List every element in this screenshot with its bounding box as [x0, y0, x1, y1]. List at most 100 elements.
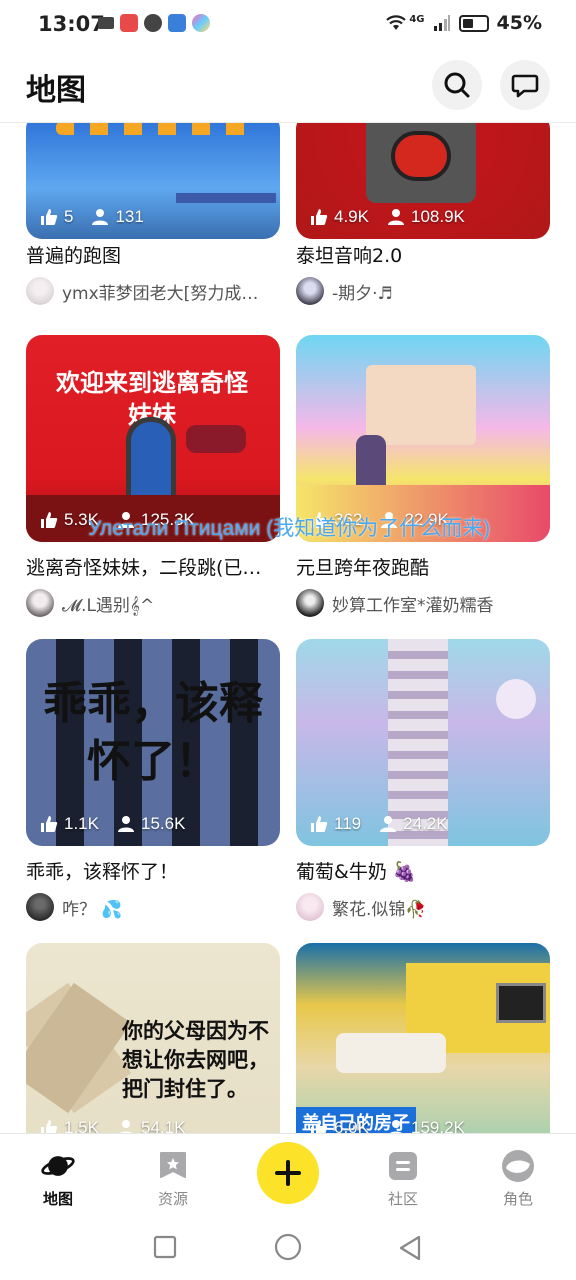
map-thumbnail[interactable]: 欢迎来到逃离奇怪妹妹 5.3K 125.3K	[26, 335, 280, 542]
author-row[interactable]: -期夕·♬	[296, 277, 550, 305]
players-count: 24.2K	[403, 814, 448, 833]
avatar[interactable]	[296, 589, 324, 617]
author-row[interactable]: 咋？ 💦	[26, 893, 280, 921]
avatar[interactable]	[26, 893, 54, 921]
map-feed[interactable]: 5 131 普遍的跑图 ymx菲梦团老大[努力成… 4.9K 108.9K 泰坦…	[0, 123, 576, 1133]
gallery-icon	[192, 14, 210, 32]
nav-item-map[interactable]: 地图	[8, 1134, 108, 1218]
map-card[interactable]: 362 22.9K 元旦跨年夜跑酷 妙算工作室*灌奶糯香	[296, 335, 550, 625]
avatar[interactable]	[26, 277, 54, 305]
map-thumbnail[interactable]: 你的父母因为不想让你去网吧，把门封住了。 1.5K 54.1K	[26, 943, 280, 1133]
thumbs-up-icon	[41, 209, 58, 225]
likes-count: 5	[64, 207, 74, 226]
nav-label: 地图	[42, 1190, 73, 1208]
app-notification-icon	[120, 14, 138, 32]
thumbs-up-icon	[41, 1120, 58, 1133]
plus-icon	[275, 1160, 301, 1186]
map-card[interactable]: 你的父母因为不想让你去网吧，把门封住了。 1.5K 54.1K	[26, 943, 280, 1133]
author-name[interactable]: 繁花.似锦🥀	[332, 895, 427, 920]
map-card[interactable]: 乖乖，该释怀了！ 1.1K 15.6K 乖乖，该释怀了！ 咋？ 💦	[26, 639, 280, 929]
avatar[interactable]	[296, 277, 324, 305]
map-title[interactable]: 泰坦音响2.0	[296, 241, 550, 268]
map-title[interactable]: 乖乖，该释怀了！	[26, 857, 280, 884]
author-row[interactable]: 妙算工作室*灌奶糯香	[296, 589, 550, 617]
map-title[interactable]: 葡萄&牛奶 🍇	[296, 857, 550, 884]
author-name[interactable]: 妙算工作室*灌奶糯香	[332, 591, 494, 616]
map-thumbnail[interactable]: 119 24.2K	[296, 639, 550, 846]
thumbs-up-icon	[311, 1120, 328, 1133]
back-button[interactable]	[398, 1235, 422, 1265]
map-title[interactable]: 普遍的跑图	[26, 241, 280, 268]
players-count: 54.1K	[140, 1118, 186, 1133]
network-type: 4G	[409, 13, 425, 25]
map-thumbnail[interactable]: 4.9K 108.9K	[296, 123, 550, 239]
author-name[interactable]: ymx菲梦团老大[努力成…	[62, 279, 258, 304]
status-bar: 13:07 4G 45%	[0, 0, 576, 52]
nav-label: 资源	[157, 1190, 188, 1208]
header-divider	[0, 122, 576, 123]
map-card[interactable]: 5 131 普遍的跑图 ymx菲梦团老大[努力成…	[26, 123, 280, 305]
map-thumbnail[interactable]: 乖乖，该释怀了！ 1.1K 15.6K	[26, 639, 280, 846]
floating-lyrics-caption: Улетали Птицами (我知道你为了什么而来)	[88, 517, 491, 540]
author-row[interactable]: ymx菲梦团老大[努力成…	[26, 277, 280, 305]
create-button[interactable]	[257, 1142, 319, 1204]
map-thumbnail[interactable]: 362 22.9K	[296, 335, 550, 542]
map-stats: 4.9K 108.9K	[310, 207, 465, 227]
player-icon	[390, 1120, 402, 1133]
players-count: 108.9K	[410, 207, 465, 226]
avatar[interactable]	[296, 893, 324, 921]
thumbs-up-icon	[311, 816, 328, 832]
map-card[interactable]: 4.9K 108.9K 泰坦音响2.0 -期夕·♬	[296, 123, 550, 305]
map-thumbnail[interactable]: 盖自己的房子 6.0K 159.2K	[296, 943, 550, 1133]
planet-icon	[40, 1148, 76, 1184]
thumbs-up-icon	[41, 512, 58, 528]
likes-count: 4.9K	[334, 207, 369, 226]
likes-count: 1.1K	[64, 814, 99, 833]
players-count: 159.2K	[410, 1118, 465, 1133]
game-icon	[168, 14, 186, 32]
resource-icon	[155, 1148, 191, 1184]
avatar[interactable]	[26, 589, 54, 617]
likes-count: 6.0K	[334, 1118, 369, 1133]
back-triangle-icon	[399, 1235, 421, 1261]
thumbs-up-icon	[41, 816, 58, 832]
home-button[interactable]	[274, 1233, 302, 1265]
video-icon	[98, 17, 114, 29]
map-stats: 5 131	[40, 207, 144, 227]
community-icon	[385, 1148, 421, 1184]
nav-label: 社区	[387, 1190, 418, 1208]
notification-icons	[98, 14, 210, 32]
author-row[interactable]: 繁花.似锦🥀	[296, 893, 550, 921]
player-icon	[120, 1120, 132, 1133]
nav-item-community[interactable]: 社区	[353, 1134, 453, 1218]
search-button[interactable]	[432, 60, 482, 110]
map-title[interactable]: 逃离奇怪妹妹，二段跳(已…	[26, 553, 280, 580]
author-name[interactable]: 咋？ 💦	[62, 895, 123, 920]
thumbnail-caption: 你的父母因为不想让你去网吧，把门封住了。	[122, 1019, 269, 1101]
player-icon	[380, 816, 397, 832]
thumbnail-caption: 乖乖，该释怀了！	[43, 678, 263, 787]
player-icon	[387, 209, 404, 225]
messages-button[interactable]	[500, 60, 550, 110]
character-icon	[500, 1148, 536, 1184]
nav-item-character[interactable]: 角色	[468, 1134, 568, 1218]
map-stats: 1.5K 54.1K	[40, 1118, 185, 1133]
author-row[interactable]: 𝓜.L遇别𝄞^	[26, 589, 280, 617]
map-thumbnail[interactable]: 5 131	[26, 123, 280, 239]
recents-button[interactable]	[153, 1235, 177, 1263]
players-count: 15.6K	[140, 814, 186, 833]
player-icon	[92, 209, 109, 225]
map-card[interactable]: 欢迎来到逃离奇怪妹妹 5.3K 125.3K 逃离奇怪妹妹，二段跳(已… 𝓜.L…	[26, 335, 280, 625]
map-card[interactable]: 119 24.2K 葡萄&牛奶 🍇 繁花.似锦🥀	[296, 639, 550, 929]
map-card[interactable]: 盖自己的房子 6.0K 159.2K	[296, 943, 550, 1133]
header: 地图	[0, 52, 576, 122]
thumbs-up-icon	[311, 209, 328, 225]
player-icon	[117, 816, 134, 832]
author-name[interactable]: 𝓜.L遇别𝄞^	[62, 591, 154, 616]
map-stats: 6.0K 159.2K	[310, 1118, 465, 1133]
author-name[interactable]: -期夕·♬	[332, 279, 393, 304]
nav-item-resources[interactable]: 资源	[123, 1134, 223, 1218]
map-title[interactable]: 元旦跨年夜跑酷	[296, 553, 550, 580]
page-title: 地图	[26, 73, 86, 108]
wifi-icon	[386, 15, 407, 30]
